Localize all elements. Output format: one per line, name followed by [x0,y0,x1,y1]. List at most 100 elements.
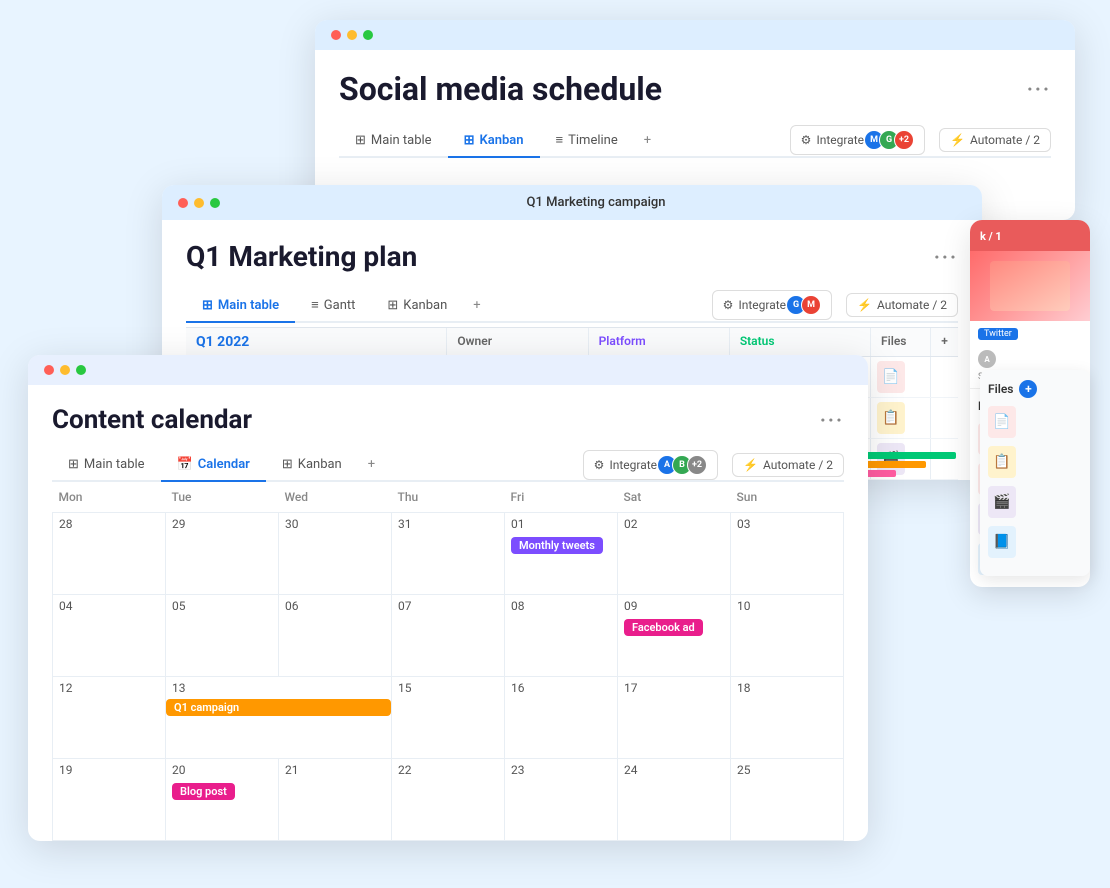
win3-tabs-bar: ⊞ Main table 📅 Calendar ⊞ Kanban + ⚙ Int… [52,449,844,482]
cal-cell[interactable]: 03 [731,513,844,595]
cal-cell[interactable]: 01 Monthly tweets [505,513,618,595]
cal-cell[interactable]: 09 Facebook ad [618,595,731,677]
cal-cell[interactable]: 17 [618,677,731,759]
tab-win1-main-table[interactable]: ⊞ Main table [339,125,448,158]
win1-more-dots[interactable]: ··· [1027,77,1051,101]
cal-cell[interactable]: 29 [166,513,279,595]
win2-tabs-bar: ⊞ Main table ≡ Gantt ⊞ Kanban + ⚙ Integr… [186,289,958,323]
cal-week-1: 28 29 30 31 01 Monthly tweets 02 03 [53,513,844,595]
avatar-win2-2: M [801,295,821,315]
cal-cell[interactable]: 04 [53,595,166,677]
dot-green2[interactable] [210,198,220,208]
side-file-3: 🎬 [988,486,1082,518]
table-icon3: ⊞ [68,457,79,472]
cal-cell[interactable]: 23 [505,759,618,841]
cal-cell[interactable]: 12 [53,677,166,759]
tab-win3-calendar[interactable]: 📅 Calendar [161,449,266,482]
tab-add-win1[interactable]: + [634,125,661,158]
cal-cell[interactable]: 07 [392,595,505,677]
integrate-button-win2[interactable]: ⚙ Integrate G M [712,290,832,320]
dot-yellow[interactable] [347,30,357,40]
day-30: 30 [285,517,385,531]
cal-cell[interactable]: 05 [166,595,279,677]
event-blog-post[interactable]: Blog post [172,783,235,800]
cal-cell[interactable]: 24 [618,759,731,841]
cal-cell[interactable]: 30 [279,513,392,595]
cal-week-4: 19 20 Blog post 21 22 23 24 25 [53,759,844,841]
day-29: 29 [172,517,272,531]
cal-cell[interactable]: 13 Q1 campaign [166,677,392,759]
win3-more-dots[interactable]: ··· [820,408,844,432]
day-01: 01 [511,517,611,531]
calendar-icon: 📅 [177,457,193,472]
cal-day-tue: Tue [166,482,279,513]
side-files-header: Files + [988,380,1082,398]
avatar-win3-more: +2 [687,455,707,475]
win1-tabs-bar: ⊞ Main table ⊞ Kanban ≡ Timeline + ⚙ Int… [339,124,1051,158]
integrate-icon2: ⚙ [723,298,734,312]
automate-button-win2[interactable]: ⚡ Automate / 2 [846,293,958,317]
file-vid-3: 🎬 [877,443,905,475]
cal-day-thu: Thu [392,482,505,513]
integrate-button-win3[interactable]: ⚙ Integrate A B +2 [583,450,718,480]
dot-yellow3[interactable] [60,365,70,375]
cal-cell[interactable]: 08 [505,595,618,677]
day-31: 31 [398,517,498,531]
cal-cell[interactable]: 31 [392,513,505,595]
tab-win2-main-table[interactable]: ⊞ Main table [186,290,295,323]
tab-win1-timeline[interactable]: ≡ Timeline [540,124,634,158]
event-facebook-ad[interactable]: Facebook ad [624,619,703,636]
col-header-platform: Platform [588,328,729,356]
dot-red[interactable] [331,30,341,40]
win2-topbar-label: Q1 Marketing campaign [527,195,666,210]
cal-day-fri: Fri [505,482,618,513]
dot-green3[interactable] [76,365,86,375]
tab-win3-kanban[interactable]: ⊞ Kanban [266,449,358,482]
dot-red2[interactable] [178,198,188,208]
win3-titlebar [28,355,868,385]
cal-cell[interactable]: 15 [392,677,505,759]
cal-cell[interactable]: 06 [279,595,392,677]
row3-add [930,439,958,479]
cal-cell[interactable]: 19 [53,759,166,841]
automate-button-win3[interactable]: ⚡ Automate / 2 [732,453,844,477]
cal-cell[interactable]: 22 [392,759,505,841]
integrate-button-win1[interactable]: ⚙ Integrate M G +2 [790,125,925,155]
cal-cell[interactable]: 21 [279,759,392,841]
tab-win1-kanban[interactable]: ⊞ Kanban [448,125,540,158]
cal-cell[interactable]: 18 [731,677,844,759]
side-files-panel: Files + 📄 📋 🎬 📘 [980,370,1090,576]
cal-day-wed: Wed [279,482,392,513]
tab-win2-kanban[interactable]: ⊞ Kanban [371,290,463,323]
dot-yellow2[interactable] [194,198,204,208]
cal-cell[interactable]: 20 Blog post [166,759,279,841]
win1-tabs-right: ⚙ Integrate M G +2 ⚡ Automate / 2 [790,125,1051,155]
event-q1-campaign[interactable]: Q1 campaign [166,699,391,716]
col-header-add[interactable]: + [930,328,958,356]
cal-day-sun: Sun [731,482,844,513]
side-vid-1: 🎬 [988,486,1016,518]
cal-cell[interactable]: 16 [505,677,618,759]
cal-cell[interactable]: 10 [731,595,844,677]
side-files-add[interactable]: + [1019,380,1037,398]
cal-cell[interactable]: 02 [618,513,731,595]
cal-cell[interactable]: 28 [53,513,166,595]
tab-add-win3[interactable]: + [358,449,385,482]
integrate-icon3: ⚙ [594,458,605,472]
cal-cell[interactable]: 25 [731,759,844,841]
tab-add-win2[interactable]: + [463,290,490,323]
tab-win2-gantt[interactable]: ≡ Gantt [295,289,371,323]
tab-win3-main-table[interactable]: ⊞ Main table [52,449,161,482]
col-header-status: Status [729,328,870,356]
file-pdf-1: 📄 [877,361,905,393]
win3-body: Content calendar ··· ⊞ Main table 📅 Cale… [28,385,868,841]
win1-body: Social media schedule ··· ⊞ Main table ⊞… [315,50,1075,174]
side-file-2: 📋 [988,446,1082,478]
dot-red3[interactable] [44,365,54,375]
event-monthly-tweets[interactable]: Monthly tweets [511,537,603,554]
automate-button-win1[interactable]: ⚡ Automate / 2 [939,128,1051,152]
win2-more-dots[interactable]: ··· [934,245,958,269]
integrate-icon: ⚙ [801,133,812,147]
dot-green[interactable] [363,30,373,40]
side-file-1: 📄 [988,406,1082,438]
